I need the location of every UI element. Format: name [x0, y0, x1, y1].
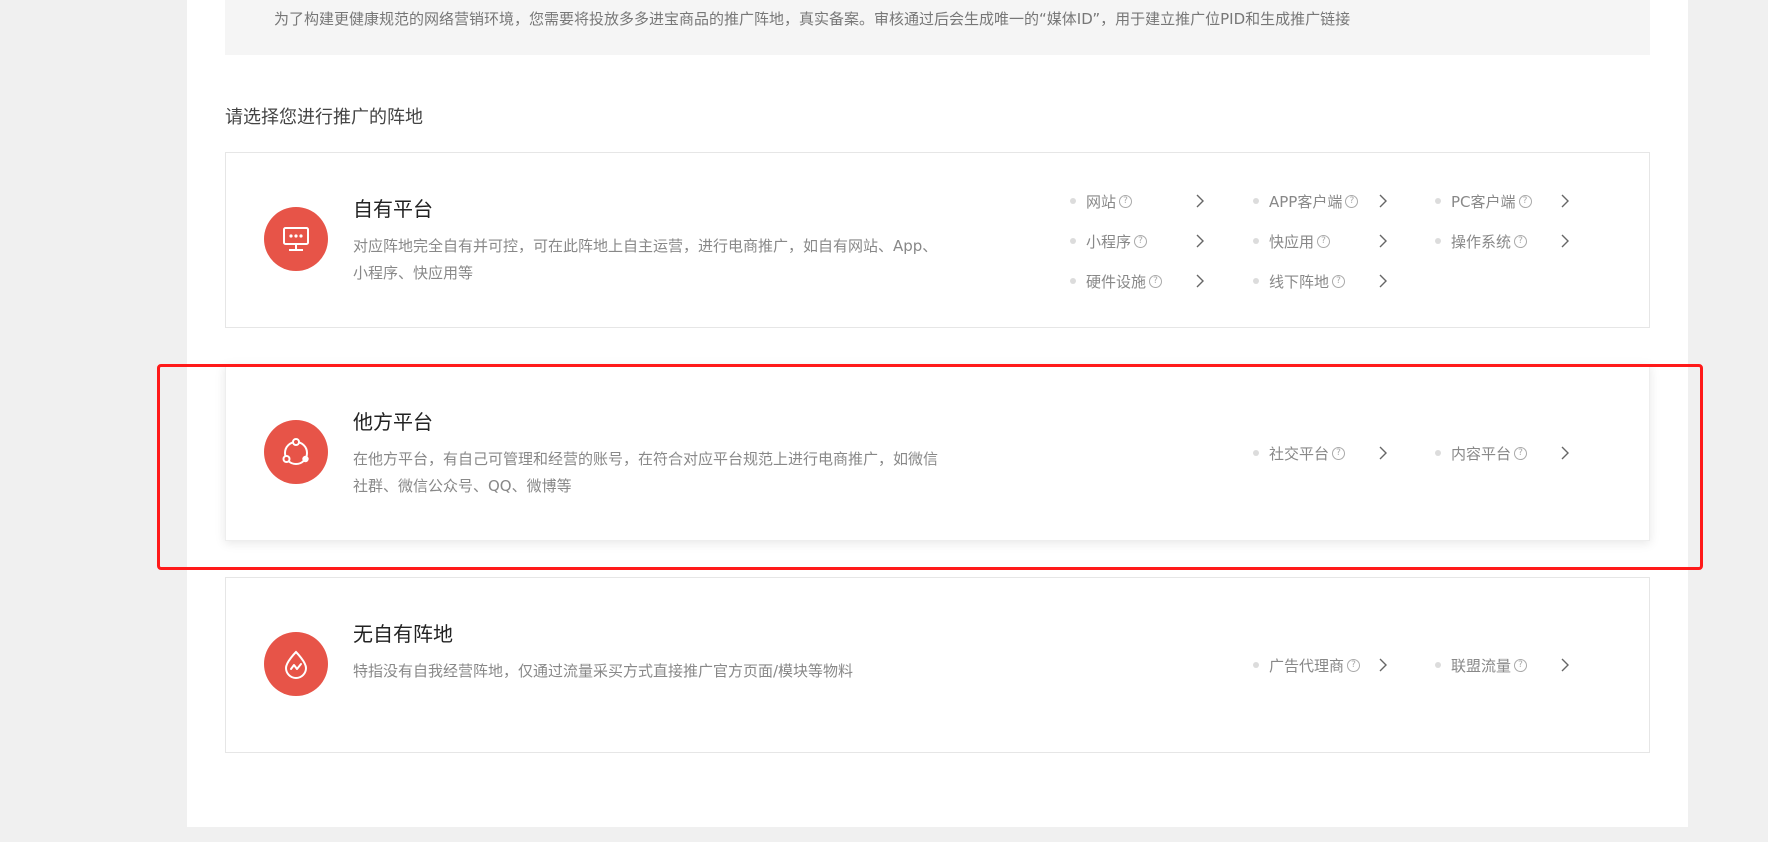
option-label: 网站 — [1086, 192, 1117, 211]
option-content-platform[interactable]: 内容平台 ? — [1435, 441, 1585, 465]
help-icon[interactable]: ? — [1514, 234, 1528, 248]
option-label: PC客户端 — [1451, 192, 1516, 211]
card-title: 自有平台 — [353, 197, 433, 221]
option-quick-app[interactable]: 快应用 ? — [1253, 229, 1403, 253]
chevron-right-icon — [1196, 234, 1204, 248]
option-label: 操作系统 — [1451, 232, 1512, 251]
traffic-drop-icon — [264, 632, 328, 696]
option-hardware[interactable]: 硬件设施 ? — [1070, 269, 1220, 293]
chevron-right-icon — [1379, 274, 1387, 288]
option-label: 联盟流量 — [1451, 656, 1512, 675]
notice-text: 为了构建更健康规范的网络营销环境，您需要将投放多多进宝商品的推广阵地，真实备案。… — [274, 10, 1351, 28]
chevron-right-icon — [1379, 234, 1387, 248]
main-panel: 为了构建更健康规范的网络营销环境，您需要将投放多多进宝商品的推广阵地，真实备案。… — [187, 0, 1688, 827]
chevron-right-icon — [1379, 658, 1387, 672]
option-label: APP客户端 — [1269, 192, 1343, 211]
card-description: 特指没有自我经营阵地，仅通过流量采买方式直接推广官方页面/模块等物料 — [353, 662, 854, 680]
card-title: 他方平台 — [353, 410, 433, 434]
chevron-right-icon — [1561, 658, 1569, 672]
bullet-dot — [1253, 278, 1259, 284]
card-description: 对应阵地完全自有并可控，可在此阵地上自主运营，进行电商推广，如自有网站、App、… — [353, 237, 938, 282]
chevron-right-icon — [1561, 194, 1569, 208]
help-icon[interactable]: ? — [1149, 274, 1163, 288]
option-label: 广告代理商 — [1269, 656, 1345, 675]
help-icon[interactable]: ? — [1518, 194, 1532, 208]
option-label: 内容平台 — [1451, 444, 1512, 463]
chevron-right-icon — [1379, 194, 1387, 208]
bullet-dot — [1253, 238, 1259, 244]
option-label: 快应用 — [1269, 232, 1315, 251]
chevron-right-icon — [1561, 234, 1569, 248]
help-icon[interactable]: ? — [1514, 446, 1528, 460]
card-third-party-platform[interactable]: 他方平台 在他方平台，有自己可管理和经营的账号，在符合对应平台规范上进行电商推广… — [225, 365, 1650, 541]
bullet-dot — [1070, 238, 1076, 244]
help-icon[interactable]: ? — [1514, 658, 1528, 672]
card-own-platform[interactable]: 自有平台 对应阵地完全自有并可控，可在此阵地上自主运营，进行电商推广，如自有网站… — [225, 152, 1650, 328]
section-heading: 请选择您进行推广的阵地 — [225, 107, 423, 128]
bullet-dot — [1070, 278, 1076, 284]
option-pc-client[interactable]: PC客户端 ? — [1435, 189, 1585, 213]
help-icon[interactable]: ? — [1332, 274, 1346, 288]
bullet-dot — [1253, 450, 1259, 456]
option-alliance-traffic[interactable]: 联盟流量 ? — [1435, 653, 1585, 677]
bullet-dot — [1253, 662, 1259, 668]
share-network-icon — [264, 420, 328, 484]
help-icon[interactable]: ? — [1134, 234, 1148, 248]
bullet-dot — [1435, 198, 1441, 204]
card-description: 在他方平台，有自己可管理和经营的账号，在符合对应平台规范上进行电商推广，如微信社… — [353, 450, 939, 495]
help-icon[interactable]: ? — [1345, 194, 1359, 208]
bullet-dot — [1435, 238, 1441, 244]
help-icon[interactable]: ? — [1332, 446, 1346, 460]
monitor-icon — [264, 207, 328, 271]
help-icon[interactable]: ? — [1317, 234, 1331, 248]
help-icon[interactable]: ? — [1119, 194, 1133, 208]
option-offline-venue[interactable]: 线下阵地 ? — [1253, 269, 1403, 293]
option-social-platform[interactable]: 社交平台 ? — [1253, 441, 1403, 465]
card-no-own-venue[interactable]: 无自有阵地 特指没有自我经营阵地，仅通过流量采买方式直接推广官方页面/模块等物料… — [225, 577, 1650, 753]
bullet-dot — [1070, 198, 1076, 204]
option-ad-agency[interactable]: 广告代理商 ? — [1253, 653, 1403, 677]
option-label: 社交平台 — [1269, 444, 1330, 463]
bullet-dot — [1435, 662, 1441, 668]
notice-bar: 为了构建更健康规范的网络营销环境，您需要将投放多多进宝商品的推广阵地，真实备案。… — [225, 0, 1650, 55]
option-mini-program[interactable]: 小程序 ? — [1070, 229, 1220, 253]
option-label: 线下阵地 — [1269, 272, 1330, 291]
option-app-client[interactable]: APP客户端 ? — [1253, 189, 1403, 213]
bullet-dot — [1435, 450, 1441, 456]
chevron-right-icon — [1196, 194, 1204, 208]
option-label: 硬件设施 — [1086, 272, 1147, 291]
chevron-right-icon — [1379, 446, 1387, 460]
chevron-right-icon — [1561, 446, 1569, 460]
bullet-dot — [1253, 198, 1259, 204]
option-label: 小程序 — [1086, 232, 1132, 251]
help-icon[interactable]: ? — [1347, 658, 1361, 672]
option-operating-system[interactable]: 操作系统 ? — [1435, 229, 1585, 253]
option-website[interactable]: 网站 ? — [1070, 189, 1220, 213]
chevron-right-icon — [1196, 274, 1204, 288]
card-title: 无自有阵地 — [353, 622, 453, 646]
